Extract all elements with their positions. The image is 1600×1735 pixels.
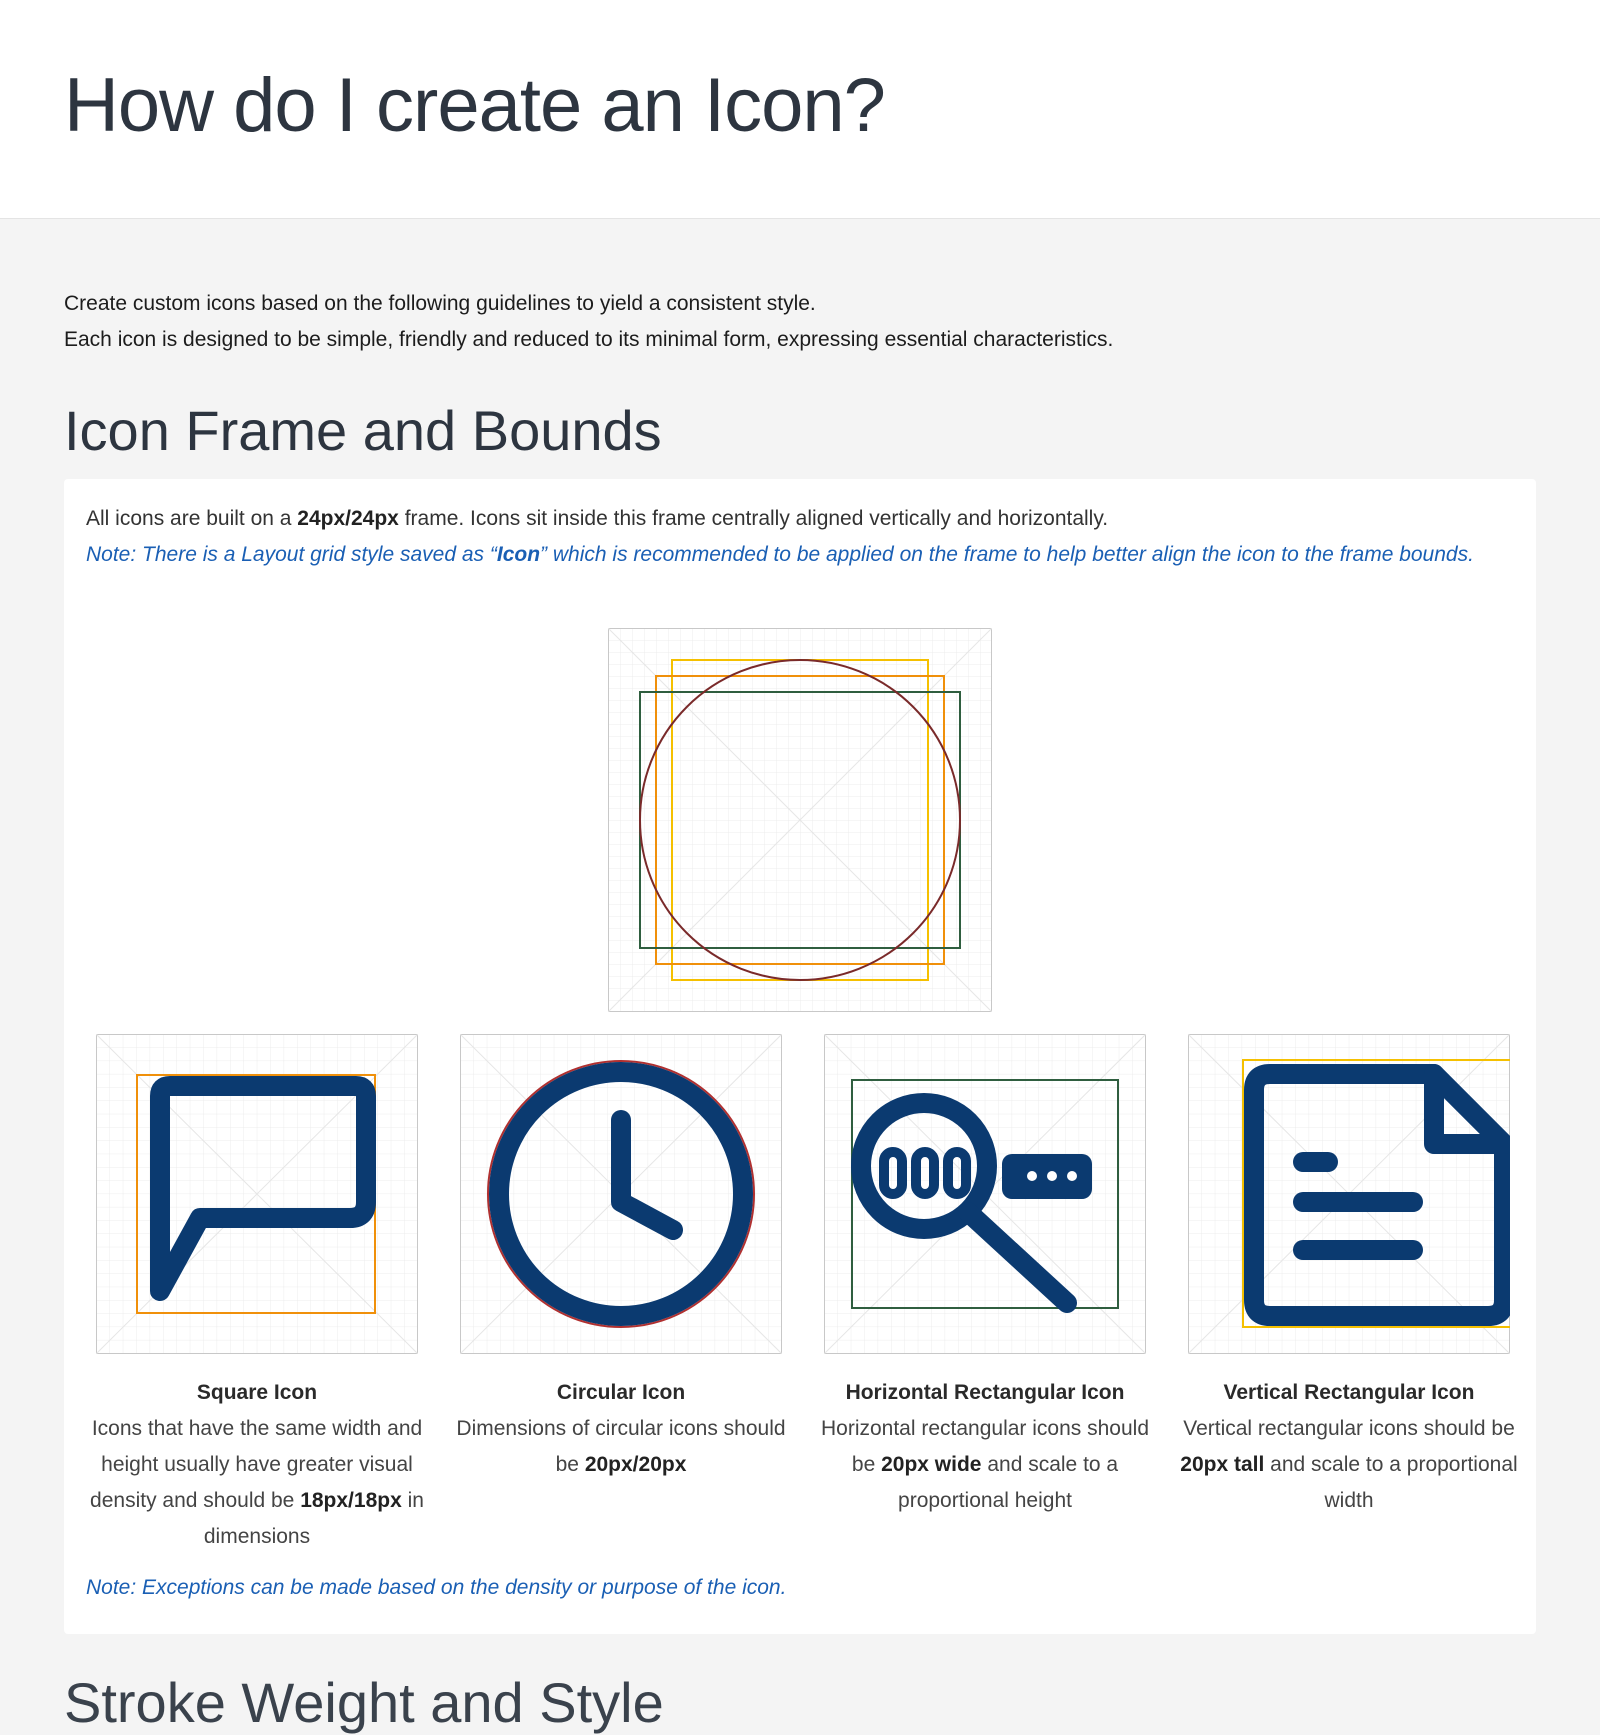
horizontal-rect-icon-tile [824, 1034, 1146, 1354]
keyline-frame-diagram [608, 628, 992, 1012]
intro-line-2: Each icon is designed to be simple, frie… [64, 328, 1114, 351]
vertical-rect-icon-tile [1188, 1034, 1510, 1354]
frame-description: All icons are built on a 24px/24px frame… [86, 501, 1506, 573]
caption-bold: 20px wide [881, 1453, 982, 1476]
layout-grid-note: Note: There is a Layout grid style saved… [86, 543, 1474, 566]
horizontal-rect-icon-caption: Horizontal Rectangular Icon Horizontal r… [810, 1375, 1160, 1519]
caption-text-end: and scale to a proportional width [1264, 1453, 1518, 1512]
circular-icon-caption: Circular Icon Dimensions of circular ico… [446, 1375, 796, 1483]
exceptions-note: Note: Exceptions can be made based on th… [86, 1576, 787, 1599]
page-title: How do I create an Icon? [64, 63, 886, 148]
caption-text: Vertical rectangular icons should be [1183, 1417, 1515, 1440]
frame-text-post: frame. Icons sit inside this frame centr… [398, 507, 1109, 530]
intro-text: Create custom icons based on the followi… [64, 286, 1113, 358]
section-heading-stroke: Stroke Weight and Style [64, 1671, 664, 1734]
caption-title: Circular Icon [556, 1381, 686, 1404]
square-icon-tile [96, 1034, 418, 1354]
page-header: How do I create an Icon? [0, 0, 1600, 219]
caption-title: Horizontal Rectangular Icon [845, 1381, 1125, 1404]
note-post: ” which is recommended to be applied on … [540, 543, 1474, 566]
note-pre: Note: There is a Layout grid style saved… [86, 543, 497, 566]
caption-bold: 18px/18px [300, 1489, 402, 1512]
circular-icon-tile [460, 1034, 782, 1354]
square-icon-caption: Square Icon Icons that have the same wid… [82, 1375, 432, 1555]
caption-title: Vertical Rectangular Icon [1223, 1381, 1475, 1404]
frame-text-pre: All icons are built on a [86, 507, 298, 530]
intro-line-1: Create custom icons based on the followi… [64, 292, 816, 315]
frame-text-bold: 24px/24px [297, 507, 399, 530]
vertical-rect-icon-caption: Vertical Rectangular Icon Vertical recta… [1174, 1375, 1524, 1519]
frame-card: All icons are built on a 24px/24px frame… [64, 479, 1536, 1634]
caption-bold: 20px tall [1180, 1453, 1265, 1476]
note-bold: Icon [496, 543, 541, 566]
caption-bold: 20px/20px [584, 1453, 687, 1476]
caption-title: Square Icon [196, 1381, 318, 1404]
section-heading-frame: Icon Frame and Bounds [64, 399, 662, 462]
